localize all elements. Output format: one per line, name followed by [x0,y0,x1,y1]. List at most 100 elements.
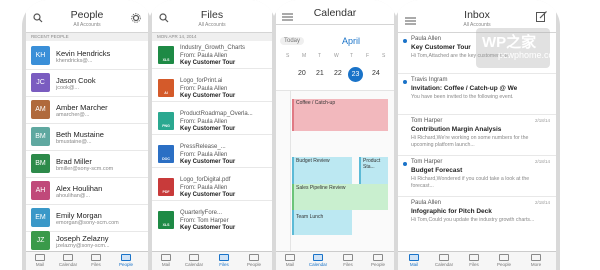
contact-row[interactable]: JZ Joseph Zelazny jzelazny@sony-scm... [26,227,148,254]
weekday-label: W [334,53,339,59]
mail-icon [35,254,45,261]
contact-name: Joseph Zelazny [56,234,109,243]
file-subject: Key Customer Tour [180,93,236,99]
tab-files[interactable]: Files [462,252,486,270]
tab-people[interactable]: People [492,252,516,270]
people-icon [373,254,383,261]
avatar: BM [31,154,50,173]
tab-mail[interactable]: Mail [28,252,52,270]
weekday-row: S M T W T F S [276,53,394,61]
inbox-title: Inbox [464,9,490,21]
message-subject: Contribution Margin Analysis [411,126,502,133]
unread-dot [403,39,407,43]
ai-file-icon: AI [158,79,174,97]
files-tab-bar: Mail Calendar Files People [152,251,272,270]
file-row[interactable]: XLS Industry_Growth_Charts From: Paula A… [152,42,272,69]
contact-row[interactable]: BM Brad Miller bmiller@sony-scm.com [26,150,148,178]
contact-row[interactable]: JC Jason Cook jcook@... [26,69,148,97]
tab-mail[interactable]: Mail [402,252,426,270]
contact-name: Jason Cook [56,76,96,85]
contact-email: bmustaine@... [56,139,92,145]
inbox-screen: Inbox All Accounts Paula Allen Key Custo… [398,0,556,270]
files-icon [469,254,479,261]
avatar: AH [31,181,50,200]
tab-more[interactable]: More [524,252,548,270]
file-row[interactable]: AI Logo_forPrint.ai From: Paula Allen Ke… [152,75,272,102]
message-row[interactable]: Paula Allen 2/18/14 Infographic for Pitc… [398,197,556,237]
tab-mail[interactable]: Mail [154,252,178,270]
tab-people[interactable]: People [114,252,138,270]
message-subject: Budget Forecast [411,167,463,174]
people-header: People All Accounts [26,0,148,33]
files-header: Files All Accounts [152,0,272,33]
event-sales-pipeline[interactable]: Sales Pipeline Review [292,184,388,210]
calendar-phone: Calendar Today April S M T W T F S 20 21… [272,0,398,270]
message-sender: Tom Harper [411,159,443,165]
pdf-file-icon: PDF [158,178,174,196]
avatar: JC [31,73,50,92]
files-icon [343,254,353,261]
message-preview: Hi Richard,Wondered if you could take a … [411,176,530,189]
tab-calendar[interactable]: Calendar [306,252,330,270]
message-row[interactable]: Travis Ingram Invitation: Coffee / Catch… [398,74,556,115]
file-from: From: Tom Harper [180,217,229,224]
file-row[interactable]: PNG ProductRoadmap_Overla... From: Paula… [152,108,272,135]
message-subject: Key Customer Tour [411,44,471,51]
today-button[interactable]: Today [280,37,305,45]
contact-email: khendricks@... [56,58,93,64]
compose-icon[interactable] [536,9,547,27]
weekday-label: S [382,53,386,59]
watermark: WP之家 pcwphome.com [476,28,556,68]
event-team-lunch[interactable]: Team Lunch [292,213,352,235]
file-row[interactable]: XLS QuarterlyFore... From: Tom Harper Ke… [152,207,272,233]
day-cell[interactable]: 24 [372,70,380,77]
tab-calendar[interactable]: Calendar [432,252,456,270]
contact-name: Kevin Hendricks [56,49,111,58]
day-cell-selected[interactable]: 23 [348,67,363,82]
people-screen: People All Accounts RECENT PEOPLE KH Kev… [26,0,148,270]
message-preview: You have been invited to the following e… [411,94,514,100]
weekday-label: T [318,53,322,59]
avatar: AM [31,100,50,119]
recent-people-header: RECENT PEOPLE [26,33,148,41]
day-cell[interactable]: 22 [334,70,342,77]
event-coffee[interactable]: Coffee / Catch-up [292,99,388,131]
tab-mail[interactable]: Mail [278,252,302,270]
calendar-title: Calendar [313,7,357,19]
message-date: 2/18/14 [534,200,550,205]
message-sender: Paula Allen [411,200,442,206]
calendar-header: Calendar [276,0,394,25]
people-icon [499,254,509,261]
doc-file-icon: DOC [158,145,174,163]
contact-row[interactable]: BM Beth Mustaine bmustaine@... [26,123,148,151]
files-icon [219,254,229,261]
files-icon [91,254,101,261]
files-date-header: MON APR 14, 2014 [152,33,272,41]
files-subtitle: All Accounts [198,22,226,28]
files-title: Files [200,9,224,21]
tab-files[interactable]: Files [84,252,108,270]
file-row[interactable]: PDF Logo_forDigital.pdf From: Paula Alle… [152,174,272,201]
message-row[interactable]: Tom Harper 2/18/14 Budget Forecast Hi Ri… [398,156,556,197]
day-cell[interactable]: 21 [316,70,324,77]
settings-icon[interactable] [131,10,141,28]
calendar-icon [189,254,199,261]
contact-row[interactable]: AM Amber Marcher amarcher@... [26,96,148,124]
tab-files[interactable]: Files [212,252,236,270]
contact-row[interactable]: KH Kevin Hendricks khendricks@... [26,42,148,70]
xls-file-icon: XLS [158,211,174,229]
day-cell[interactable]: 20 [298,70,306,77]
file-from: From: Paula Allen [180,85,228,92]
tab-people[interactable]: People [366,252,390,270]
file-name: Logo_forPrint.ai [180,78,223,84]
tab-calendar[interactable]: Calendar [56,252,80,270]
message-row[interactable]: Tom Harper 2/18/14 Contribution Margin A… [398,115,556,156]
file-row[interactable]: DOC PressRelease_... From: Paula Allen K… [152,141,272,168]
watermark-url: pcwphome.com [498,50,556,60]
tab-files[interactable]: Files [336,252,360,270]
contact-row[interactable]: AH Alex Houlihan ahoulihan@... [26,177,148,205]
file-from: From: Paula Allen [180,118,228,125]
tab-calendar[interactable]: Calendar [182,252,206,270]
tab-people[interactable]: People [242,252,266,270]
file-subject: Key Customer Tour [180,126,236,132]
